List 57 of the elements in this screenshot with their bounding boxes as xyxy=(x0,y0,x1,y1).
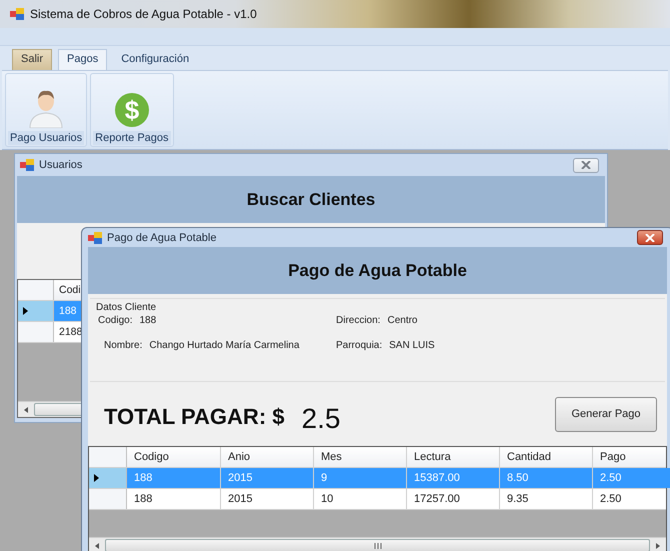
user-icon xyxy=(28,88,64,128)
column-header[interactable]: Mes xyxy=(314,447,407,467)
ribbon-tab[interactable]: Salir xyxy=(12,49,52,70)
form-heading: Buscar Clientes xyxy=(246,190,376,210)
left-arrow-icon xyxy=(93,542,101,550)
form-heading: Pago de Agua Potable xyxy=(288,260,467,280)
right-arrow-icon xyxy=(654,542,662,550)
column-header[interactable]: Cantidad xyxy=(500,447,593,467)
table-cell: 2.50 xyxy=(593,468,670,488)
ribbon-button[interactable]: Pago Usuarios xyxy=(5,73,88,147)
window-title: Sistema de Cobros de Agua Potable - v1.0 xyxy=(30,7,257,21)
row-header[interactable] xyxy=(89,468,127,488)
grid-row[interactable]: 188 2015 10 17257.00 9.35 2.50 xyxy=(89,489,666,510)
close-icon xyxy=(581,161,591,169)
ribbon-tab[interactable]: Pagos xyxy=(58,49,108,70)
table-cell: 9.35 xyxy=(500,489,593,509)
close-icon xyxy=(645,234,655,242)
row-pointer-icon xyxy=(94,474,99,482)
table-cell: 15387.00 xyxy=(407,468,500,488)
app-icon xyxy=(10,8,24,20)
table-cell: 188 xyxy=(127,489,221,509)
table-cell: 188 xyxy=(127,468,221,488)
table-cell: 8.50 xyxy=(500,468,593,488)
left-arrow-icon xyxy=(22,406,30,414)
row-pointer-icon xyxy=(23,307,28,315)
table-cell: 9 xyxy=(314,468,407,488)
dollar-icon: $ xyxy=(114,92,150,128)
ribbon-tab[interactable]: Configuración xyxy=(113,50,198,70)
table-cell: 17257.00 xyxy=(407,489,500,509)
scroll-thumb[interactable] xyxy=(105,539,650,551)
field-value: SAN LUIS xyxy=(389,340,435,351)
ribbon-button[interactable]: $ Reporte Pagos xyxy=(90,73,174,147)
field-label: Parroquia: xyxy=(336,340,382,351)
field-label: Direccion: xyxy=(336,315,380,326)
column-header[interactable]: Anio xyxy=(221,447,314,467)
field-label: Nombre: xyxy=(104,340,142,351)
table-cell: 2015 xyxy=(221,468,314,488)
table-cell: 10 xyxy=(314,489,407,509)
window-title: Pago de Agua Potable xyxy=(107,232,216,244)
table-cell: 2015 xyxy=(221,489,314,509)
field-value: Centro xyxy=(387,315,418,326)
field-value: Chango Hurtado María Carmelina xyxy=(149,340,300,351)
column-header[interactable]: Pago xyxy=(593,447,670,467)
app-icon xyxy=(88,232,102,244)
row-header[interactable] xyxy=(18,301,54,321)
column-header[interactable]: Lectura xyxy=(407,447,500,467)
close-button[interactable] xyxy=(637,230,663,245)
column-header[interactable]: Codigo xyxy=(127,447,221,467)
grip-icon xyxy=(374,542,382,548)
app-icon xyxy=(20,159,34,171)
generate-payment-button[interactable]: Generar Pago xyxy=(555,396,657,432)
close-button[interactable] xyxy=(573,158,599,172)
horizontal-scrollbar[interactable] xyxy=(89,537,666,551)
group-title: Datos Cliente xyxy=(96,302,156,313)
window-title: Usuarios xyxy=(39,159,82,171)
total-value: 2.5 xyxy=(302,403,340,435)
total-label: TOTAL PAGAR: $ xyxy=(104,404,284,430)
